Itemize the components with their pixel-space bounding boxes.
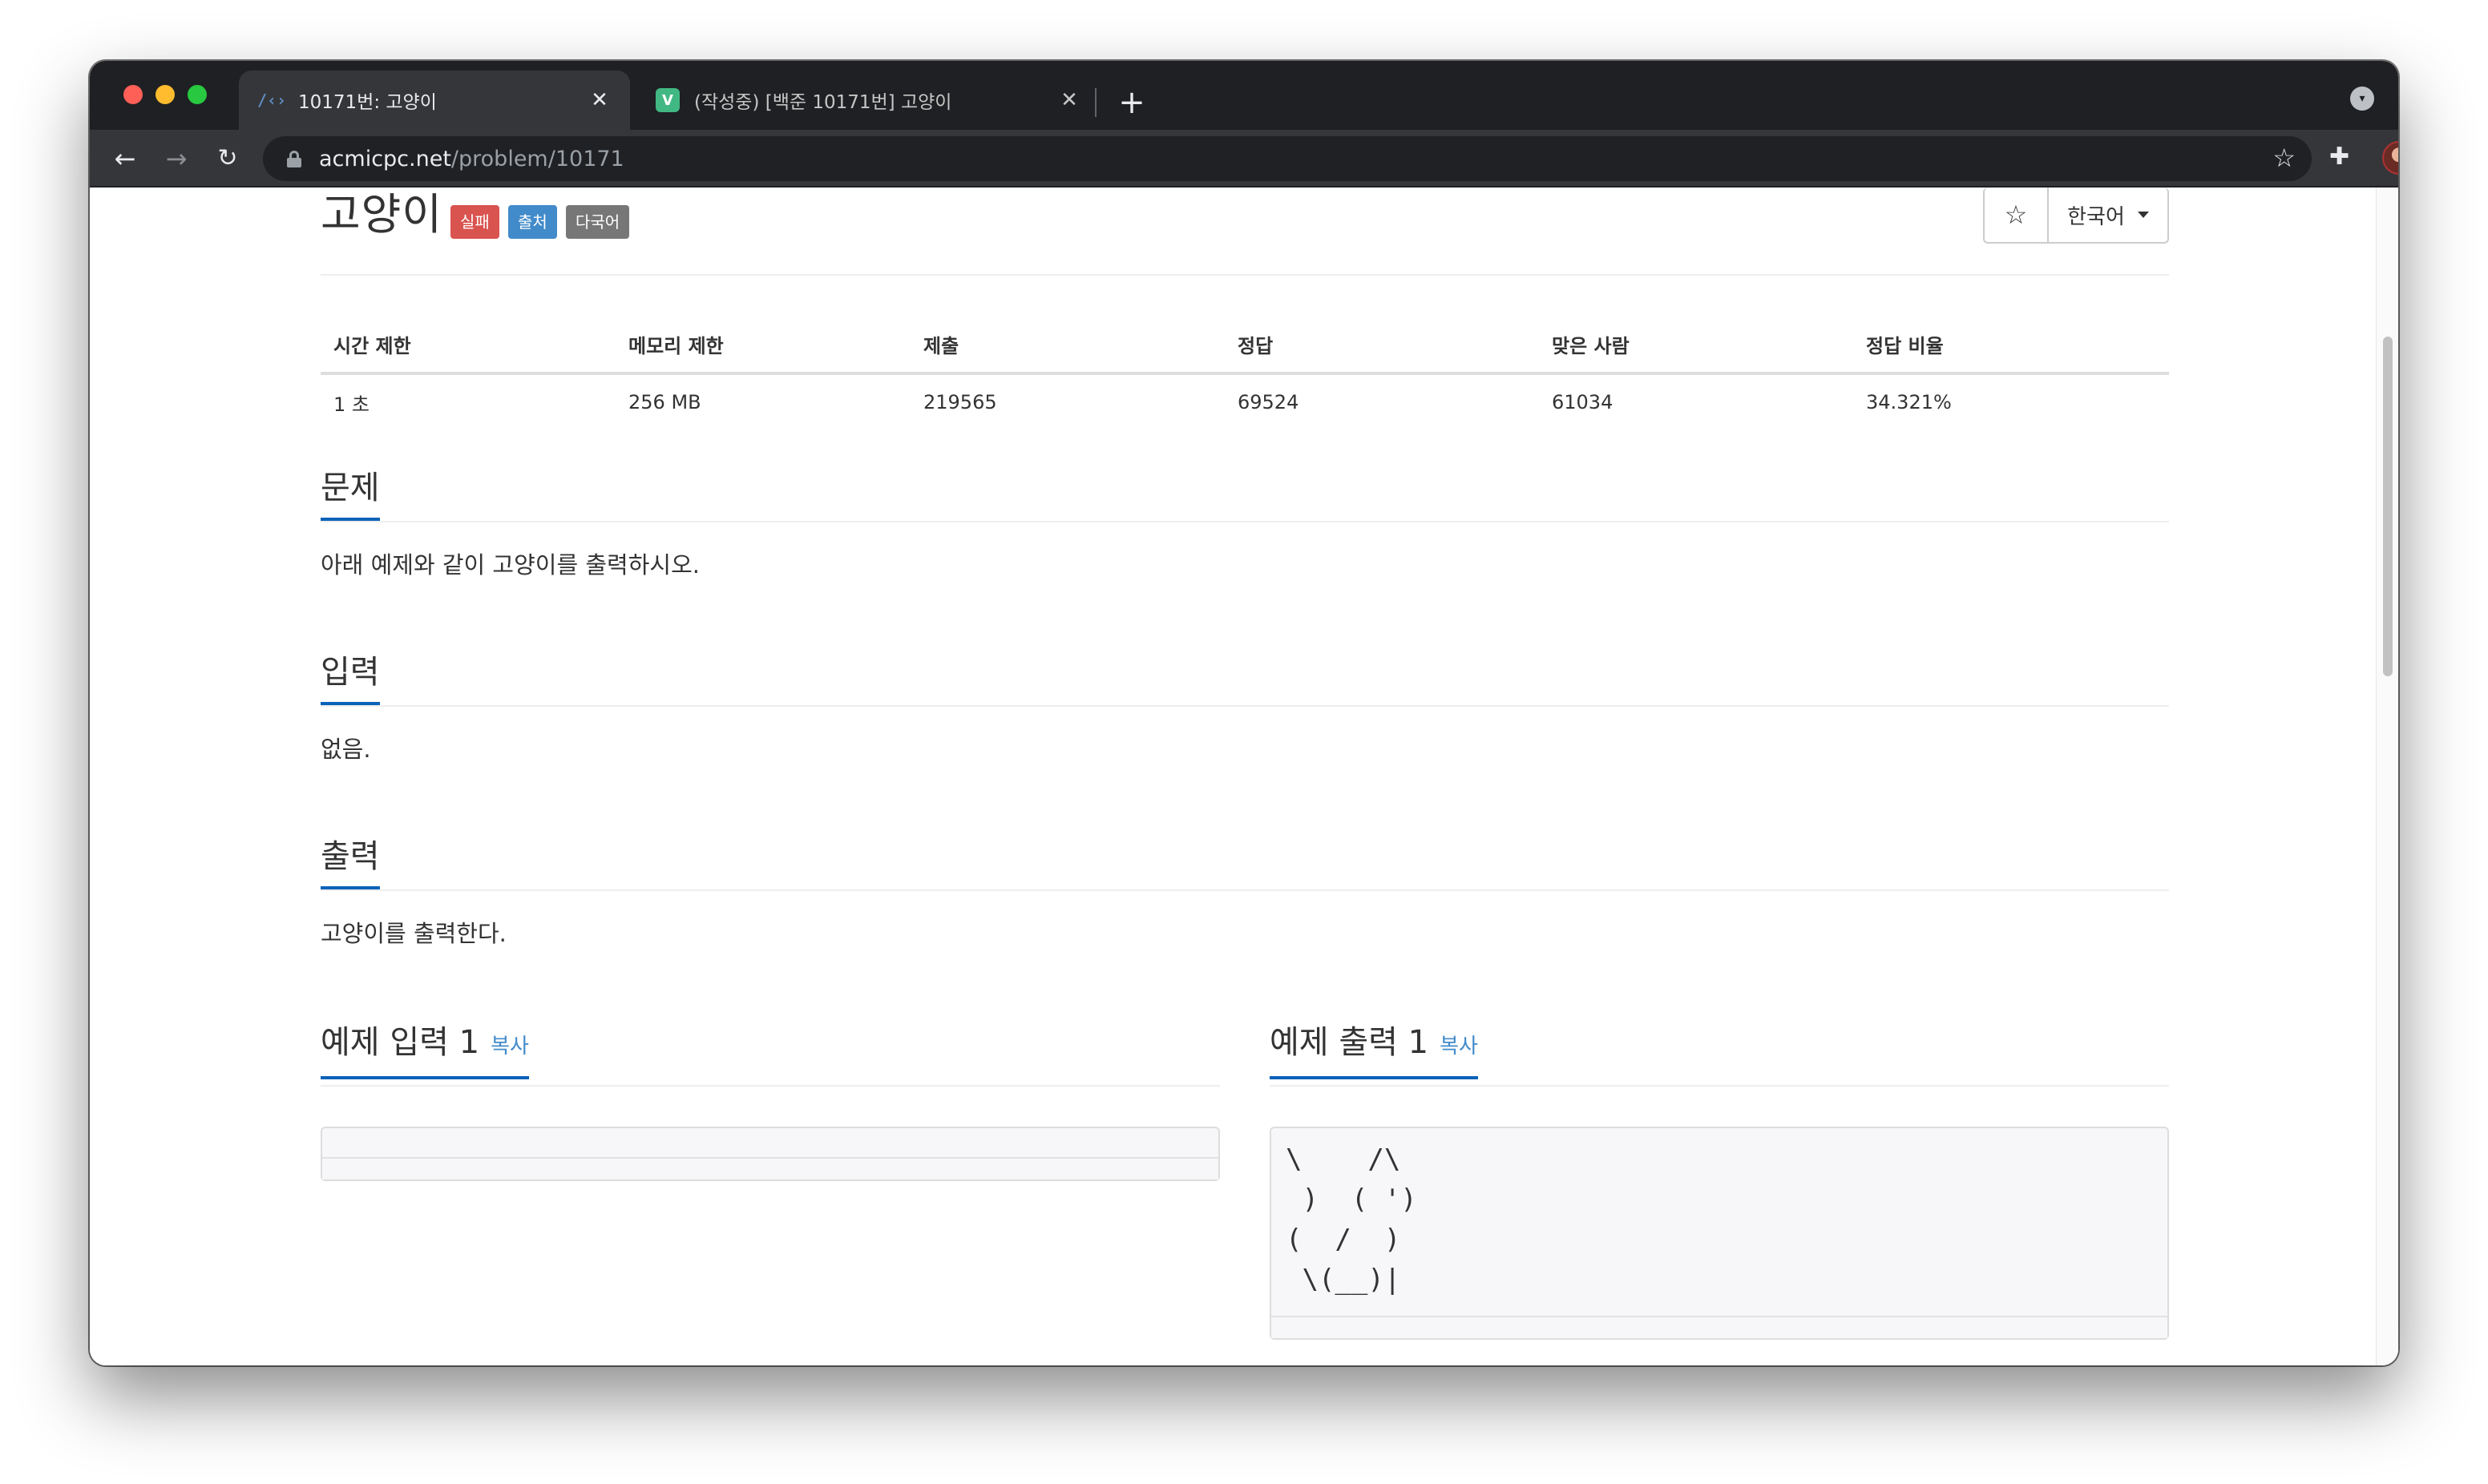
page-viewport: 고양이 실패 출처 다국어 ☆ 한국어 시간 제한 메모리 제한 제출 정답 맞… [90,188,2398,1365]
url-path: /problem/10171 [450,146,624,171]
stats-header: 정답 [1225,316,1539,375]
profile-avatar[interactable] [2382,141,2398,175]
heading-text: 출력 [321,838,380,875]
stats-cell: 1 초 [333,393,370,416]
problem-description-heading: 문제 [321,466,380,521]
stats-cell: 34.321% [1866,391,1952,413]
tab-title: 10171번: 고양이 [298,92,437,113]
stats-header: 정답 비율 [1853,316,2169,375]
sample-box-footer [1271,1316,2167,1338]
stats-value-row: 1 초 256 MB 219565 69524 61034 34.321% [321,373,2169,429]
status-badge-fail[interactable]: 실패 [450,205,499,239]
favorite-star-icon[interactable]: ☆ [1985,188,2049,242]
section-divider [1270,1085,2169,1087]
stats-header-row: 시간 제한 메모리 제한 제출 정답 맞은 사람 정답 비율 [321,316,2169,375]
language-dropdown[interactable]: 한국어 [2049,188,2167,242]
stats-header: 시간 제한 [321,316,616,375]
stats-cell: 219565 [923,391,997,413]
url-host: acmicpc.net [319,146,451,171]
heading-underline [321,1076,529,1079]
page-scrollbar[interactable] [2376,188,2398,1365]
section-divider [321,889,2169,891]
section-divider [321,521,2169,522]
copy-sample-input-link[interactable]: 복사 [491,1034,529,1059]
tab-draft-post[interactable]: V (작성중) [백준 10171번] 고양이 ✕ [635,71,1100,130]
scrollbar-thumb[interactable] [2383,337,2393,676]
language-label: 한국어 [2067,204,2125,229]
sample-box-footer [322,1157,1218,1180]
sample-input-box[interactable] [321,1127,1220,1181]
stats-cell: 69524 [1238,391,1299,413]
sample-output-box[interactable]: \ /\ ) ( ') ( / ) \(__)| [1270,1127,2169,1340]
tab-search-icon[interactable]: ▾ [2350,87,2374,111]
stats-header: 제출 [911,316,1225,375]
input-heading: 입력 [321,651,380,705]
stats-cell: 256 MB [628,391,701,413]
heading-text: 예제 출력 1 [1270,1024,1429,1061]
sample-input-heading: 예제 입력 1 복사 [321,1021,529,1079]
input-description-text: 없음. [321,736,371,763]
lock-icon[interactable] [287,151,301,167]
copy-sample-output-link[interactable]: 복사 [1440,1034,1478,1059]
problem-description-text: 아래 예제와 같이 고양이를 출력하시오. [321,551,700,579]
tab-problem[interactable]: /‹› 10171번: 고양이 ✕ [239,71,630,130]
browser-toolbar: ← → ↻ acmicpc.net/problem/10171 ☆ ✚ ⋮ [90,130,2398,188]
new-tab-button[interactable]: + [1109,80,1154,125]
section-divider [321,705,2169,707]
problem-title: 고양이 [321,189,443,240]
stats-cell: 61034 [1552,391,1614,413]
section-divider [321,1085,1220,1087]
tab-separator [1095,88,1097,117]
heading-text: 예제 입력 1 [321,1024,480,1061]
tab-strip: /‹› 10171번: 고양이 ✕ V (작성중) [백준 10171번] 고양… [90,61,2398,130]
v-logo-icon: V [656,88,680,112]
back-button[interactable]: ← [106,139,144,178]
address-bar[interactable]: acmicpc.net/problem/10171 ☆ [263,136,2312,181]
stats-header: 메모리 제한 [616,316,911,375]
caret-down-icon [2137,212,2149,218]
browser-window: /‹› 10171번: 고양이 ✕ V (작성중) [백준 10171번] 고양… [90,61,2398,1365]
bookmark-star-icon[interactable]: ☆ [2272,143,2296,173]
code-brackets-icon: /‹› [256,91,287,110]
forward-button[interactable]: → [157,139,196,178]
stats-header: 맞은 사람 [1539,316,1853,375]
extensions-puzzle-icon[interactable]: ✚ [2329,143,2349,171]
problem-stats-table: 시간 제한 메모리 제한 제출 정답 맞은 사람 정답 비율 1 초 256 M… [321,316,2169,429]
multilang-badge[interactable]: 다국어 [566,205,630,239]
reload-button[interactable]: ↻ [208,139,247,178]
problem-actions: ☆ 한국어 [1983,188,2169,244]
tab-title: (작성중) [백준 10171번] 고양이 [694,92,952,113]
source-badge[interactable]: 출처 [508,205,557,239]
close-window-button[interactable] [123,85,143,104]
close-tab-icon[interactable]: ✕ [1053,88,1085,112]
sample-output-text: \ /\ ) ( ') ( / ) \(__)| [1286,1143,1417,1296]
minimize-window-button[interactable] [156,85,175,104]
output-heading: 출력 [321,835,380,889]
heading-text: 입력 [321,654,380,691]
sample-output-heading: 예제 출력 1 복사 [1270,1021,1478,1079]
title-divider [321,274,2169,276]
maximize-window-button[interactable] [188,85,207,104]
close-tab-icon[interactable]: ✕ [584,88,616,112]
heading-underline [1270,1076,1478,1079]
output-description-text: 고양이를 출력한다. [321,920,507,947]
heading-text: 문제 [321,470,380,506]
